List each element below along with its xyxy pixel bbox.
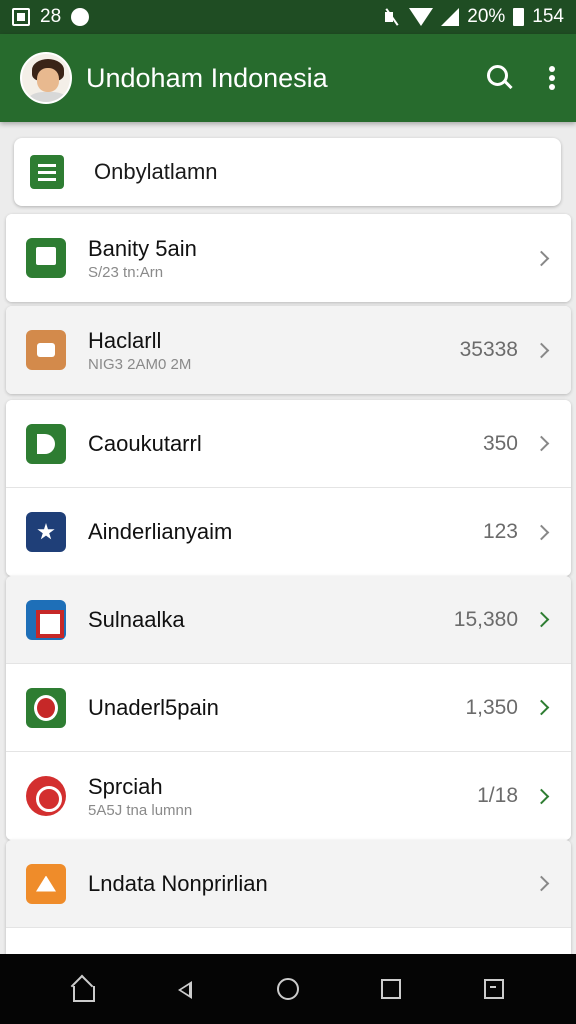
warning-icon	[26, 863, 66, 904]
battery-percent: 20%	[467, 6, 506, 27]
list-item[interactable]: Ainderlianyaim 123	[6, 488, 571, 576]
filter-label: Onbylatlamn	[94, 159, 218, 184]
list-card: Caoukutarrl 350 Ainderlianyaim 123	[6, 400, 571, 576]
status-bar: 28 20% 154	[0, 0, 576, 34]
list-item-subtitle: 5A5J tna lumnn	[88, 801, 193, 819]
list-item-title: Caoukutarrl	[88, 430, 202, 456]
list-item[interactable]: Caoukutarrl 350	[6, 400, 571, 488]
list-item-title: Unaderl5pain	[88, 694, 219, 720]
list-card: Haclarll NIG3 2AM0 2M 35338	[6, 306, 571, 394]
list-item[interactable]: Haclarll NIG3 2AM0 2M 35338	[6, 306, 571, 394]
list-item[interactable]: Sprciah 5A5J tna lumnn 1/18	[6, 752, 571, 840]
list-item-value: 1/18	[477, 784, 518, 807]
list-item[interactable]: Unaderl5pain 1,350	[6, 664, 571, 752]
star-icon	[26, 512, 66, 552]
chevron-right-icon	[533, 788, 550, 804]
list-menu-icon[interactable]	[30, 155, 64, 189]
app-notification-icon	[71, 8, 90, 26]
list-item-value: 123	[482, 520, 518, 543]
page-title: Undoham Indonesia	[86, 62, 328, 93]
list-item-value: 350	[482, 431, 518, 455]
list-item[interactable]: Lndata Nonprirlian	[6, 840, 571, 928]
shield-icon	[26, 687, 66, 728]
list-item-title: Banity 5ain	[88, 235, 197, 261]
back-icon[interactable]	[172, 976, 198, 1002]
signal-icon	[441, 8, 460, 26]
d-icon	[26, 423, 66, 464]
list-item-value: 15,380	[453, 607, 518, 631]
chevron-right-icon	[533, 699, 550, 716]
app-bar: Undoham Indonesia	[0, 34, 576, 122]
system-nav-bar	[0, 954, 576, 1024]
list-item-title: Lndata Nonprirlian	[88, 870, 268, 896]
list-item-subtitle: S/23 tn:Arn	[88, 263, 164, 281]
home-circle-icon[interactable]	[275, 976, 301, 1002]
chevron-right-icon	[533, 524, 550, 540]
list-item-title: Ainderlianyaim	[88, 519, 233, 544]
list-item[interactable]: Banity 5ain S/23 tn:Arn	[6, 214, 571, 302]
bag-icon	[26, 330, 66, 370]
frame-icon	[26, 599, 66, 640]
list-card: Sulnaalka 15,380 Unaderl5pain 1,350 Sprc…	[6, 576, 571, 840]
list-item[interactable]: Sulnaalka 15,380	[6, 576, 571, 664]
filter-bar[interactable]: Onbylatlamn	[14, 138, 561, 206]
chevron-right-icon	[533, 611, 550, 628]
status-right-text: 154	[532, 6, 564, 27]
list-item-title: Sprciah	[88, 773, 163, 799]
search-icon[interactable]	[486, 64, 514, 92]
document-icon	[26, 238, 66, 278]
list-item-title: Haclarll	[88, 327, 162, 353]
mute-icon	[383, 8, 401, 26]
list-item-value: 35338	[459, 338, 518, 361]
list-item-subtitle: NIG3 2AM0 2M	[88, 355, 192, 373]
chevron-right-icon	[533, 342, 550, 358]
battery-icon	[513, 8, 525, 26]
gallery-notification-icon	[12, 8, 30, 26]
home-icon[interactable]	[69, 976, 95, 1002]
wifi-icon	[409, 8, 434, 26]
clock-icon	[26, 776, 66, 816]
list-item-value: 1,350	[465, 695, 518, 719]
chevron-right-icon	[533, 435, 550, 452]
list-card: Banity 5ain S/23 tn:Arn	[6, 214, 571, 302]
more-vert-icon[interactable]	[548, 64, 556, 92]
avatar[interactable]	[20, 52, 72, 104]
status-time: 28	[40, 6, 62, 27]
minimize-icon[interactable]	[481, 976, 507, 1002]
chevron-right-icon	[533, 875, 550, 892]
list-item-title: Sulnaalka	[88, 606, 185, 632]
recents-icon[interactable]	[378, 976, 404, 1002]
chevron-right-icon	[533, 250, 550, 266]
